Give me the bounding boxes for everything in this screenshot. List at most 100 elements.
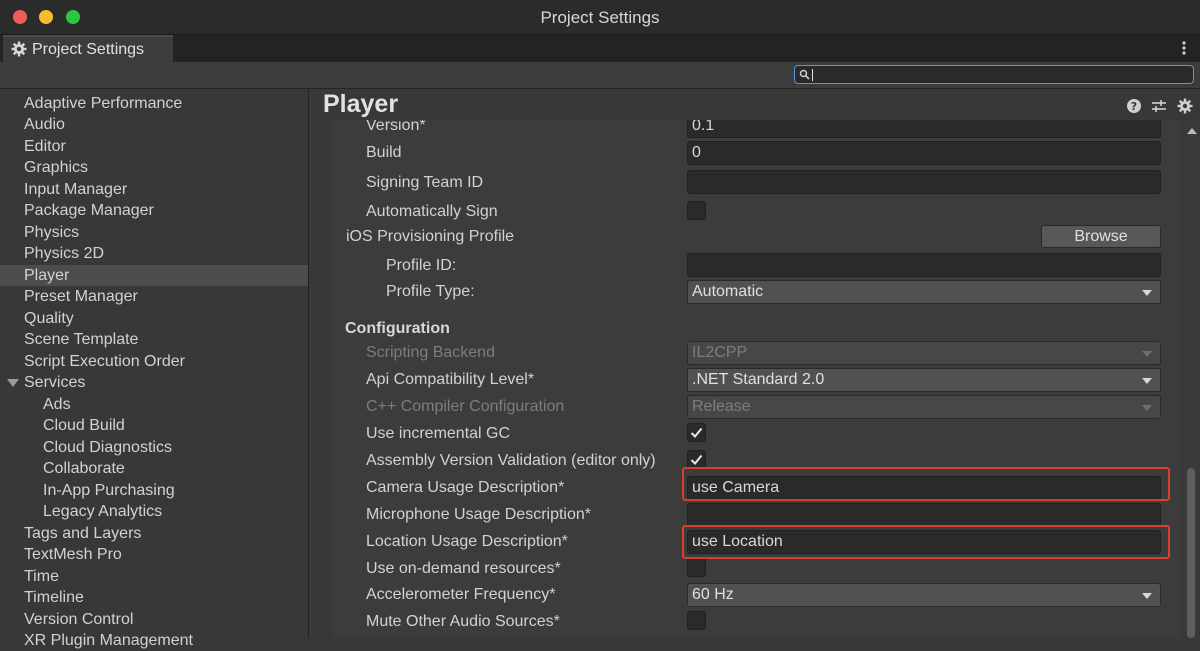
accelerometer-label: Accelerometer Frequency* <box>366 586 556 603</box>
sidebar-item-label: Adaptive Performance <box>24 95 183 112</box>
sidebar-item-label: Editor <box>24 138 66 155</box>
sidebar-item-label: TextMesh Pro <box>24 546 122 563</box>
signing-team-label: Signing Team ID <box>366 174 484 191</box>
vertical-scrollbar[interactable] <box>1184 120 1198 638</box>
cpp-config-label: C++ Compiler Configuration <box>366 398 565 415</box>
sidebar-item-label: Collaborate <box>43 460 125 477</box>
expand-triangle-icon[interactable] <box>7 379 19 387</box>
sidebar-item-scene-template[interactable]: Scene Template <box>0 329 308 350</box>
cpp-config-dropdown: Release <box>687 395 1161 419</box>
sidebar-item-legacy-analytics[interactable]: Legacy Analytics <box>0 501 308 522</box>
sidebar-item-physics[interactable]: Physics <box>0 222 308 243</box>
provisioning-row: iOS Provisioning Profile Browse <box>333 224 1180 250</box>
on-demand-checkbox[interactable] <box>687 558 706 577</box>
incremental-gc-label: Use incremental GC <box>366 425 511 442</box>
location-highlight-box <box>682 525 1170 559</box>
signing-team-field[interactable] <box>687 170 1161 194</box>
sidebar-item-editor[interactable]: Editor <box>0 136 308 157</box>
on-demand-label: Use on-demand resources* <box>366 560 561 577</box>
sidebar-item-label: Player <box>24 267 70 284</box>
search-input[interactable] <box>794 65 1194 84</box>
profile-id-row: Profile ID: <box>333 253 1180 279</box>
camera-highlight-box <box>682 467 1170 501</box>
sidebar-item-label: Cloud Diagnostics <box>43 439 172 456</box>
sidebar-item-version-control[interactable]: Version Control <box>0 609 308 630</box>
help-icon[interactable]: ? <box>1126 98 1142 114</box>
presets-icon[interactable] <box>1151 98 1167 114</box>
sidebar-item-timeline[interactable]: Timeline <box>0 587 308 608</box>
chevron-down-icon <box>1142 405 1152 411</box>
sidebar-item-in-app-purchasing[interactable]: In-App Purchasing <box>0 480 308 501</box>
dropdown-value: Automatic <box>692 283 764 300</box>
incremental-gc-checkbox[interactable] <box>687 423 706 442</box>
sidebar-item-label: Version Control <box>24 611 134 628</box>
scrollbar-thumb[interactable] <box>1187 468 1195 638</box>
cpp-config-row: C++ Compiler Configuration Release <box>333 394 1180 420</box>
sidebar-item-cloud-build[interactable]: Cloud Build <box>0 415 308 436</box>
settings-gear-icon[interactable] <box>1177 98 1193 114</box>
sidebar-item-label: Physics <box>24 224 80 241</box>
sidebar-item-preset-manager[interactable]: Preset Manager <box>0 286 308 307</box>
window-titlebar: Project Settings <box>0 0 1200 35</box>
gear-icon <box>11 41 27 57</box>
dropdown-value: Release <box>692 398 751 415</box>
api-level-dropdown[interactable]: .NET Standard 2.0 <box>687 368 1161 392</box>
version-label: Version* <box>366 120 426 134</box>
sidebar-item-label: Ads <box>43 396 71 413</box>
sidebar-item-graphics[interactable]: Graphics <box>0 157 308 178</box>
settings-content: Version* 0.1 Build 0 Signing Team ID Aut… <box>333 120 1180 638</box>
mute-audio-label: Mute Other Audio Sources* <box>366 613 560 630</box>
sidebar-item-textmesh-pro[interactable]: TextMesh Pro <box>0 544 308 565</box>
sidebar-item-adaptive-performance[interactable]: Adaptive Performance <box>0 93 308 114</box>
sidebar-item-label: Input Manager <box>24 181 128 198</box>
search-bar <box>0 62 1200 89</box>
search-icon <box>799 69 810 80</box>
accelerometer-dropdown[interactable]: 60 Hz <box>687 583 1161 607</box>
scroll-up-arrow-icon[interactable] <box>1187 128 1197 134</box>
scripting-backend-row: Scripting Backend IL2CPP <box>333 340 1180 366</box>
sidebar-item-package-manager[interactable]: Package Manager <box>0 200 308 221</box>
auto-sign-row: Automatically Sign <box>333 199 1180 225</box>
microphone-usage-field[interactable] <box>687 503 1161 527</box>
sidebar-item-input-manager[interactable]: Input Manager <box>0 179 308 200</box>
sidebar-item-label: Quality <box>24 310 74 327</box>
sidebar-item-label: Script Execution Order <box>24 353 185 370</box>
dropdown-value: 60 Hz <box>692 586 734 603</box>
sidebar-item-services[interactable]: Services <box>0 372 308 393</box>
sidebar-item-quality[interactable]: Quality <box>0 308 308 329</box>
dropdown-value: IL2CPP <box>692 344 748 361</box>
mute-audio-row: Mute Other Audio Sources* <box>333 609 1180 635</box>
sidebar-item-player[interactable]: Player <box>0 265 308 286</box>
tab-project-settings[interactable]: Project Settings <box>3 35 173 62</box>
player-settings-panel: Player ? Version* 0.1 Build 0 Signing Te… <box>309 89 1200 638</box>
sidebar-item-label: Services <box>24 374 86 391</box>
sidebar-item-xr-plugin-management[interactable]: XR Plugin Management <box>0 630 308 651</box>
sidebar-item-label: Cloud Build <box>43 417 125 434</box>
sidebar-item-ads[interactable]: Ads <box>0 394 308 415</box>
sidebar-item-collaborate[interactable]: Collaborate <box>0 458 308 479</box>
sidebar-item-audio[interactable]: Audio <box>0 114 308 135</box>
api-level-row: Api Compatibility Level* .NET Standard 2… <box>333 367 1180 393</box>
profile-id-label: Profile ID: <box>386 257 457 274</box>
mute-audio-checkbox[interactable] <box>687 611 706 630</box>
more-options-icon[interactable] <box>1182 41 1186 55</box>
signing-team-row: Signing Team ID <box>333 170 1180 196</box>
on-demand-row: Use on-demand resources* <box>333 556 1180 582</box>
sidebar-item-tags-and-layers[interactable]: Tags and Layers <box>0 523 308 544</box>
sidebar-item-physics-2d[interactable]: Physics 2D <box>0 243 308 264</box>
sidebar-item-time[interactable]: Time <box>0 566 308 587</box>
sidebar-item-label: Preset Manager <box>24 288 138 305</box>
profile-type-label: Profile Type: <box>386 283 475 300</box>
sidebar-item-cloud-diagnostics[interactable]: Cloud Diagnostics <box>0 437 308 458</box>
browse-button[interactable]: Browse <box>1041 225 1161 248</box>
sidebar-item-label: Scene Template <box>24 331 139 348</box>
profile-type-dropdown[interactable]: Automatic <box>687 280 1161 304</box>
profile-id-field[interactable] <box>687 253 1161 277</box>
build-field[interactable]: 0 <box>687 141 1161 165</box>
sidebar-item-script-execution-order[interactable]: Script Execution Order <box>0 351 308 372</box>
api-level-label: Api Compatibility Level* <box>366 371 535 388</box>
version-field[interactable]: 0.1 <box>687 120 1161 138</box>
scripting-backend-dropdown: IL2CPP <box>687 341 1161 365</box>
sidebar-item-label: XR Plugin Management <box>24 632 193 649</box>
auto-sign-checkbox[interactable] <box>687 201 706 220</box>
